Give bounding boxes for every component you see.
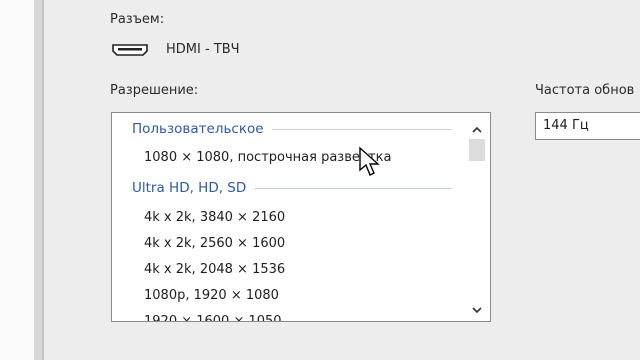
listbox-scrollbar[interactable] [464, 113, 490, 321]
connector-value: HDMI - ТВЧ [166, 42, 240, 57]
chevron-up-icon[interactable] [471, 121, 483, 133]
window-left-border [34, 0, 42, 360]
connector-label: Разъем: [110, 12, 165, 27]
group-header-label: Пользовательское [132, 121, 264, 137]
group-header-label: Ultra HD, HD, SD [132, 180, 247, 196]
list-item[interactable]: 1920 × 1600 × 1050 [144, 311, 282, 321]
group-divider [254, 187, 452, 189]
group-header-custom: Пользовательское [132, 118, 452, 140]
list-item[interactable]: 1080p, 1920 × 1080 [144, 285, 279, 307]
scroll-thumb[interactable] [469, 139, 485, 161]
list-item[interactable]: 1080 × 1080, построчная развертка [144, 147, 392, 169]
refresh-rate-label: Частота обнов [535, 83, 635, 98]
resolution-label: Разрешение: [110, 83, 199, 98]
hdmi-icon [112, 42, 148, 56]
group-divider [271, 128, 452, 130]
group-header-uhd: Ultra HD, HD, SD [132, 177, 452, 199]
refresh-rate-select[interactable]: 144 Гц [535, 112, 640, 140]
mouse-cursor-icon [358, 146, 382, 178]
list-item[interactable]: 4k x 2k, 2560 × 1600 [144, 233, 285, 255]
resolution-listbox[interactable]: Пользовательское 1080 × 1080, построчная… [111, 112, 491, 322]
window-left-strip [0, 0, 34, 360]
list-item[interactable]: 4k x 2k, 3840 × 2160 [144, 207, 285, 229]
list-item[interactable]: 4k x 2k, 2048 × 1536 [144, 259, 285, 281]
chevron-down-icon[interactable] [471, 301, 483, 314]
